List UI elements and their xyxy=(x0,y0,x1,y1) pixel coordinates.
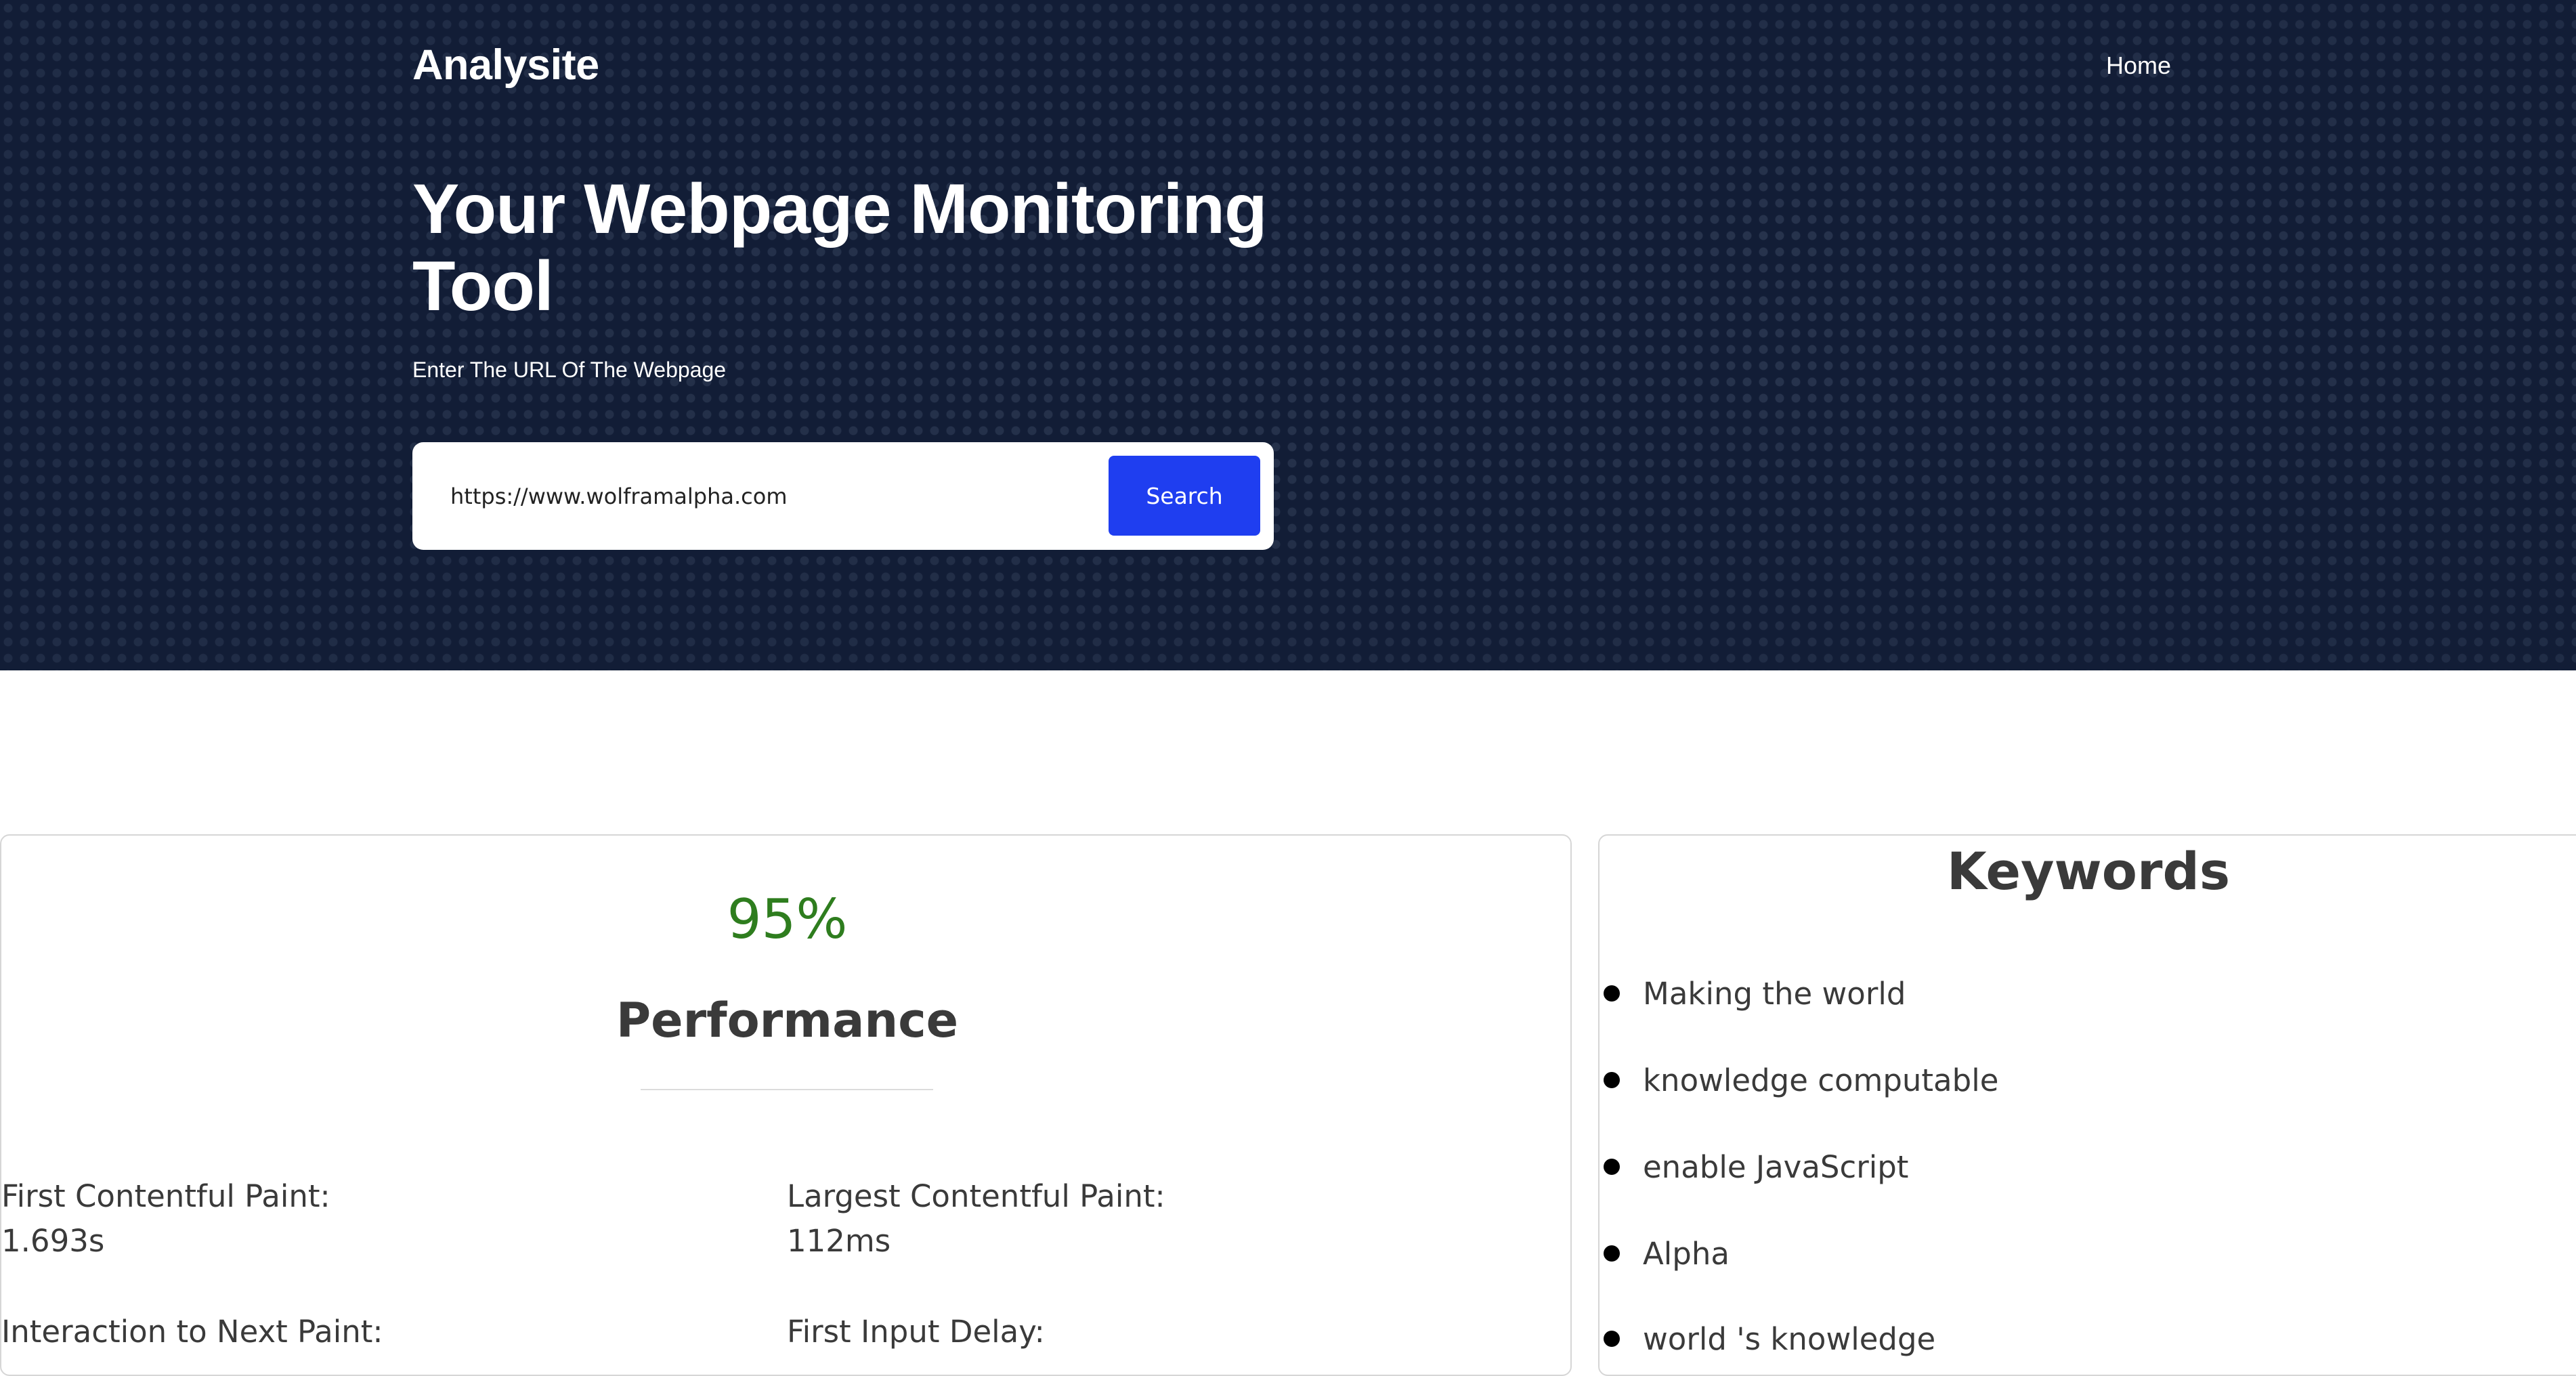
keyword-text: enable JavaScript xyxy=(1643,1149,1909,1185)
performance-card: 95% Performance First Contentful Paint: … xyxy=(0,834,1572,1376)
bullet-icon xyxy=(1604,1245,1620,1262)
keywords-card: Keywords Making the world knowledge comp… xyxy=(1598,834,2576,1376)
metric-value: 112ms xyxy=(787,1223,891,1259)
keyword-text: knowledge computable xyxy=(1643,1062,1999,1098)
keyword-item: world 's knowledge xyxy=(1604,1321,1936,1357)
nav-home-link[interactable]: Home xyxy=(2106,51,2171,80)
keyword-item: Making the world xyxy=(1604,976,1906,1012)
metric-first-contentful-paint: First Contentful Paint: 1.693s xyxy=(1,1174,330,1264)
performance-title: Performance xyxy=(616,993,959,1048)
bullet-icon xyxy=(1604,985,1620,1002)
keyword-item: Alpha xyxy=(1604,1236,1730,1272)
bullet-icon xyxy=(1604,1072,1620,1088)
metric-label: First Input Delay: xyxy=(787,1314,1045,1350)
divider xyxy=(641,1089,933,1090)
keyword-text: Alpha xyxy=(1643,1236,1730,1272)
metric-value: 1.693s xyxy=(1,1223,105,1259)
metric-label: Interaction to Next Paint: xyxy=(1,1314,383,1350)
keywords-title: Keywords xyxy=(1946,841,2231,901)
keyword-text: world 's knowledge xyxy=(1643,1321,1936,1357)
keyword-item: knowledge computable xyxy=(1604,1062,1999,1098)
metric-label: First Contentful Paint: xyxy=(1,1178,330,1214)
url-prompt: Enter The URL Of The Webpage xyxy=(412,358,727,382)
page-title: Your Webpage Monitoring Tool xyxy=(412,170,1268,326)
hero-banner: Analysite Home Your Webpage Monitoring T… xyxy=(0,0,2576,670)
search-bar: Search xyxy=(412,442,1274,550)
bullet-icon xyxy=(1604,1331,1620,1347)
world-map-dots-background xyxy=(0,0,2576,670)
url-input[interactable] xyxy=(450,468,1100,525)
bullet-icon xyxy=(1604,1159,1620,1175)
performance-score: 95% xyxy=(727,888,848,951)
keyword-item: enable JavaScript xyxy=(1604,1149,1909,1185)
search-button[interactable]: Search xyxy=(1109,456,1260,536)
metric-label: Largest Contentful Paint: xyxy=(787,1178,1165,1214)
metric-first-input-delay: First Input Delay: xyxy=(787,1310,1045,1354)
metric-interaction-to-next-paint: Interaction to Next Paint: xyxy=(1,1310,383,1354)
brand-logo[interactable]: Analysite xyxy=(412,41,599,89)
keyword-text: Making the world xyxy=(1643,976,1906,1012)
metric-largest-contentful-paint: Largest Contentful Paint: 112ms xyxy=(787,1174,1165,1264)
